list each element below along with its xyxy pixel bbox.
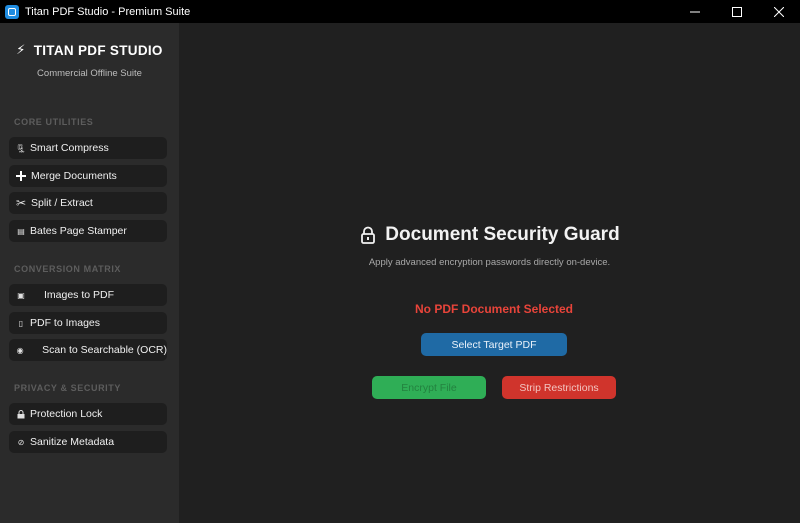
plus-icon — [16, 171, 26, 181]
sidebar-item-scan-ocr[interactable]: ◉ Scan to Searchable (OCR) — [9, 339, 167, 361]
close-button[interactable] — [758, 0, 800, 23]
section-header-privacy-security: PRIVACY & SECURITY — [14, 383, 121, 393]
sidebar: ⚡ TITAN PDF STUDIO Commercial Offline Su… — [0, 23, 179, 523]
sidebar-item-label: Bates Page Stamper — [30, 225, 127, 237]
sidebar-item-pdf-to-images[interactable]: ▯ PDF to Images — [9, 312, 167, 334]
section-header-conversion-matrix: CONVERSION MATRIX — [14, 264, 122, 274]
minimize-icon — [690, 11, 700, 12]
sidebar-item-merge-documents[interactable]: Merge Documents — [9, 165, 167, 187]
sidebar-item-label: Scan to Searchable (OCR) — [42, 344, 167, 356]
title-bar: Titan PDF Studio - Premium Suite — [0, 0, 800, 23]
strip-restrictions-button[interactable]: Strip Restrictions — [502, 376, 616, 399]
page-subtitle: Apply advanced encryption passwords dire… — [368, 257, 611, 268]
sidebar-item-images-to-pdf[interactable]: ▣ Images to PDF — [9, 284, 167, 306]
maximize-button[interactable] — [716, 0, 758, 23]
stamp-icon: ▤ — [17, 226, 25, 236]
section-header-core-utilities: CORE UTILITIES — [14, 117, 94, 127]
sidebar-item-label: Smart Compress — [30, 142, 109, 154]
app-icon — [5, 4, 19, 19]
eye-icon: ◉ — [16, 345, 24, 355]
brand: ⚡ TITAN PDF STUDIO Commercial Offline Su… — [0, 42, 179, 79]
sidebar-item-label: Sanitize Metadata — [30, 436, 115, 448]
status-message: No PDF Document Selected — [414, 302, 574, 316]
minimize-button[interactable] — [674, 0, 716, 23]
brand-subtitle: Commercial Offline Suite — [37, 68, 142, 79]
sidebar-item-label: Protection Lock — [30, 408, 103, 420]
encrypt-file-button[interactable]: Encrypt File — [372, 376, 486, 399]
sidebar-item-label: Images to PDF — [44, 289, 115, 301]
scissors-icon: ✂ — [15, 196, 27, 210]
sidebar-item-label: Merge Documents — [31, 170, 117, 182]
maximize-icon — [732, 6, 742, 17]
sidebar-item-label: Split / Extract — [31, 197, 93, 209]
select-target-pdf-button[interactable]: Select Target PDF — [421, 333, 567, 356]
main-panel: Document Security Guard Apply advanced e… — [179, 23, 800, 523]
window-controls — [674, 0, 800, 23]
compress-icon: 🗜 — [15, 143, 27, 153]
sidebar-item-split-extract[interactable]: ✂ Split / Extract — [9, 192, 167, 214]
brand-title: ⚡ TITAN PDF STUDIO — [0, 42, 179, 58]
sidebar-item-smart-compress[interactable]: 🗜 Smart Compress — [9, 137, 167, 159]
window-title: Titan PDF Studio - Premium Suite — [25, 5, 191, 18]
image-icon: ▣ — [17, 290, 25, 300]
lock-icon — [361, 226, 376, 244]
sidebar-item-label: PDF to Images — [30, 317, 101, 329]
sidebar-item-protection-lock[interactable]: Protection Lock — [9, 403, 167, 425]
document-icon: ▯ — [18, 318, 24, 328]
sidebar-item-bates-page-stamper[interactable]: ▤ Bates Page Stamper — [9, 220, 167, 242]
sanitize-icon: ⊘ — [17, 437, 25, 447]
sidebar-item-sanitize-metadata[interactable]: ⊘ Sanitize Metadata — [9, 431, 167, 453]
brand-title-text: TITAN PDF STUDIO — [33, 42, 163, 58]
page-heading: Document Security Guard — [179, 224, 800, 246]
close-icon — [774, 6, 784, 17]
page-title: Document Security Guard — [385, 224, 620, 245]
lock-icon — [16, 409, 26, 419]
bolt-icon: ⚡ — [16, 42, 26, 57]
